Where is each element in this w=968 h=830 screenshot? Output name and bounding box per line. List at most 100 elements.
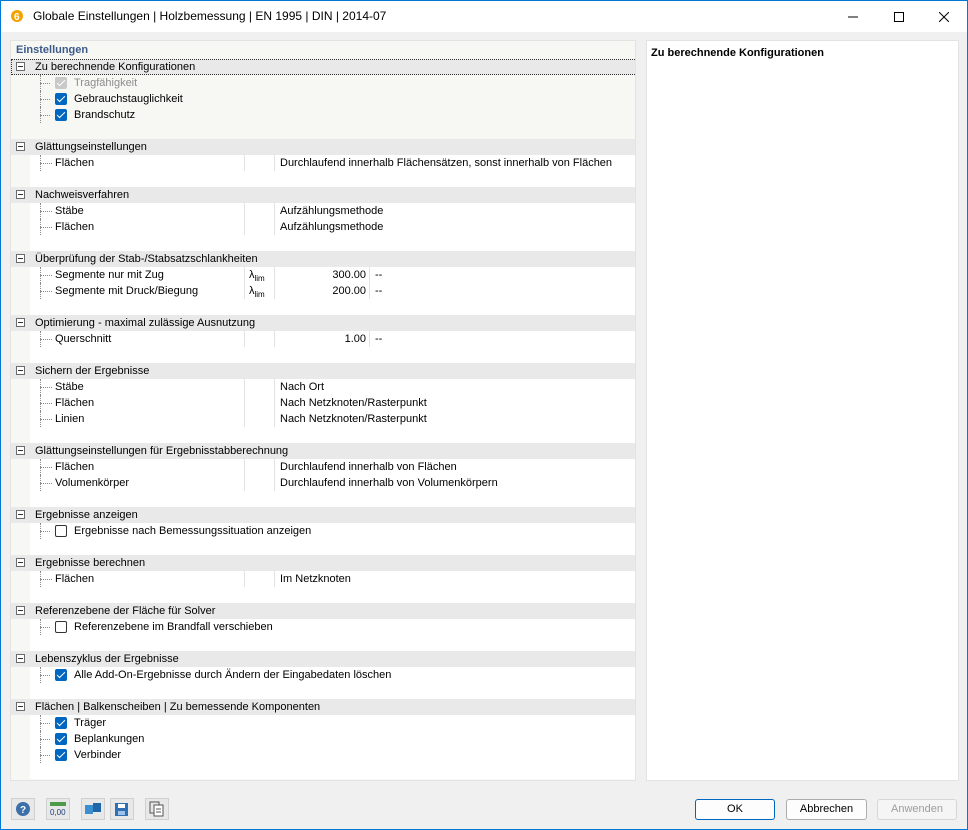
tree-connector <box>40 739 50 740</box>
collapse-icon[interactable] <box>16 558 25 567</box>
group-header[interactable]: Lebenszyklus der Ergebnisse <box>11 651 635 667</box>
close-button[interactable] <box>921 1 967 32</box>
group-header[interactable]: Referenzebene der Fläche für Solver <box>11 603 635 619</box>
checkbox[interactable] <box>55 669 67 681</box>
tree-row[interactable]: Flächen Durchlaufend innerhalb von Fläche… <box>30 459 635 475</box>
svg-text:6: 6 <box>14 12 20 23</box>
group-header[interactable]: Glättungseinstellungen <box>11 139 635 155</box>
checkbox[interactable] <box>55 525 67 537</box>
symbol-cell <box>244 475 275 491</box>
value-field[interactable]: Durchlaufend innerhalb von Flächen <box>280 461 457 473</box>
minimize-icon <box>848 16 858 17</box>
tree-row[interactable]: Träger <box>30 715 635 731</box>
group-label: Flächen | Balkenscheiben | Zu bemessende… <box>35 701 321 713</box>
tree-row[interactable]: Querschnitt 1.00 -- <box>30 331 635 347</box>
tree-row[interactable]: Referenzebene im Brandfall verschieben <box>30 619 635 635</box>
group-header[interactable]: Glättungseinstellungen für Ergebnisstabb… <box>11 443 635 459</box>
checkbox[interactable] <box>55 749 67 761</box>
collapse-icon[interactable] <box>16 190 25 199</box>
collapse-icon[interactable] <box>16 446 25 455</box>
group-header[interactable]: Ergebnisse berechnen <box>11 555 635 571</box>
value-field[interactable]: Nach Ort <box>280 381 324 393</box>
value-field[interactable]: Aufzählungsmethode <box>280 205 383 217</box>
tree-row[interactable]: Alle Add-On-Ergebnisse durch Ändern der … <box>30 667 635 683</box>
symbol-cell <box>244 395 275 411</box>
tree-connector <box>40 115 50 116</box>
group-items: Alle Add-On-Ergebnisse durch Ändern der … <box>30 667 635 683</box>
tree-row[interactable]: Linien Nach Netzknoten/Rasterpunkt <box>30 411 635 427</box>
tree-row[interactable]: Tragfähigkeit <box>30 75 635 91</box>
minimize-button[interactable] <box>830 1 876 32</box>
svg-text:?: ? <box>20 805 26 816</box>
collapse-icon[interactable] <box>16 254 25 263</box>
maximize-icon <box>894 11 904 22</box>
group-header[interactable]: Nachweisverfahren <box>11 187 635 203</box>
tree-connector <box>40 211 52 212</box>
collapse-icon[interactable] <box>16 702 25 711</box>
apply-button[interactable]: Anwenden <box>877 799 957 820</box>
value-field[interactable]: 300.00 <box>275 267 370 283</box>
collapse-icon[interactable] <box>16 62 25 71</box>
tree-row[interactable]: Brandschutz <box>30 107 635 123</box>
tree-connector <box>40 275 52 276</box>
collapse-icon[interactable] <box>16 366 25 375</box>
tree-row[interactable]: Segmente mit Druck/Biegung λlim 200.00 -- <box>30 283 635 300</box>
collapse-icon[interactable] <box>16 654 25 663</box>
copy-button[interactable] <box>145 798 169 820</box>
cancel-button[interactable]: Abbrechen <box>786 799 867 820</box>
group-header[interactable]: Ergebnisse anzeigen <box>11 507 635 523</box>
value-field[interactable]: 1.00 <box>275 331 370 347</box>
checkbox[interactable] <box>55 621 67 633</box>
tree-connector <box>40 483 52 484</box>
checkbox-label: Träger <box>74 717 106 729</box>
copy-icon <box>149 801 164 817</box>
value-field[interactable]: Nach Netzknoten/Rasterpunkt <box>280 413 427 425</box>
checkbox[interactable] <box>55 109 67 121</box>
tree-row[interactable]: Verbinder <box>30 747 635 763</box>
tree-row[interactable]: Stäbe Aufzählungsmethode <box>30 203 635 219</box>
settings-group: Ergebnisse berechnen Flächen Im Netzknoten <box>11 555 635 603</box>
units-button[interactable]: 0,00 <box>46 798 70 820</box>
group-header[interactable]: Optimierung - maximal zulässige Ausnutzu… <box>11 315 635 331</box>
tree-row[interactable]: Ergebnisse nach Bemessungssituation anze… <box>30 523 635 539</box>
value-field[interactable]: Aufzählungsmethode <box>280 221 383 233</box>
group-header[interactable]: Sichern der Ergebnisse <box>11 363 635 379</box>
settings-group: Optimierung - maximal zulässige Ausnutzu… <box>11 315 635 363</box>
tree-row[interactable]: Flächen Durchlaufend innerhalb Flächensät… <box>30 155 635 171</box>
tree-connector <box>40 579 52 580</box>
collapse-icon[interactable] <box>16 510 25 519</box>
checkbox[interactable] <box>55 733 67 745</box>
group-header[interactable]: Flächen | Balkenscheiben | Zu bemessende… <box>11 699 635 715</box>
symbol-cell <box>244 219 275 235</box>
save-button[interactable] <box>110 798 134 820</box>
value-field[interactable]: Nach Netzknoten/Rasterpunkt <box>280 397 427 409</box>
checkbox-label: Ergebnisse nach Bemessungssituation anze… <box>74 525 312 537</box>
tree-row[interactable]: Gebrauchstauglichkeit <box>30 91 635 107</box>
tree-row[interactable]: Beplankungen <box>30 731 635 747</box>
value-field[interactable]: Durchlaufend innerhalb von Volumenkörper… <box>280 477 498 489</box>
tree-row[interactable]: Flächen Aufzählungsmethode <box>30 219 635 235</box>
tree-row[interactable]: Segmente nur mit Zug λlim 300.00 -- <box>30 267 635 283</box>
collapse-icon[interactable] <box>16 606 25 615</box>
ok-button[interactable]: OK <box>695 799 775 820</box>
collapse-icon[interactable] <box>16 318 25 327</box>
checkbox[interactable] <box>55 93 67 105</box>
value-field[interactable]: Im Netzknoten <box>280 573 351 585</box>
tree-row[interactable]: Flächen Nach Netzknoten/Rasterpunkt <box>30 395 635 411</box>
import-button[interactable] <box>81 798 105 820</box>
help-button[interactable]: ? <box>11 798 35 820</box>
checkbox[interactable] <box>55 717 67 729</box>
property-label: Flächen <box>55 221 95 233</box>
group-header[interactable]: Zu berechnende Konfigurationen <box>11 59 635 75</box>
collapse-icon[interactable] <box>16 142 25 151</box>
symbol-subscript: lim <box>254 290 265 300</box>
tree-connector <box>40 467 52 468</box>
maximize-button[interactable] <box>876 1 922 32</box>
tree-row[interactable]: Stäbe Nach Ort <box>30 379 635 395</box>
group-header[interactable]: Überprüfung der Stab-/Stabsatzschlankhei… <box>11 251 635 267</box>
tree-row[interactable]: Flächen Im Netzknoten <box>30 571 635 587</box>
tree-row[interactable]: Volumenkörper Durchlaufend innerhalb von … <box>30 475 635 491</box>
value-field[interactable]: Durchlaufend innerhalb Flächensätzen, so… <box>280 157 612 169</box>
property-label: Flächen <box>55 397 95 409</box>
value-field[interactable]: 200.00 <box>275 283 370 299</box>
